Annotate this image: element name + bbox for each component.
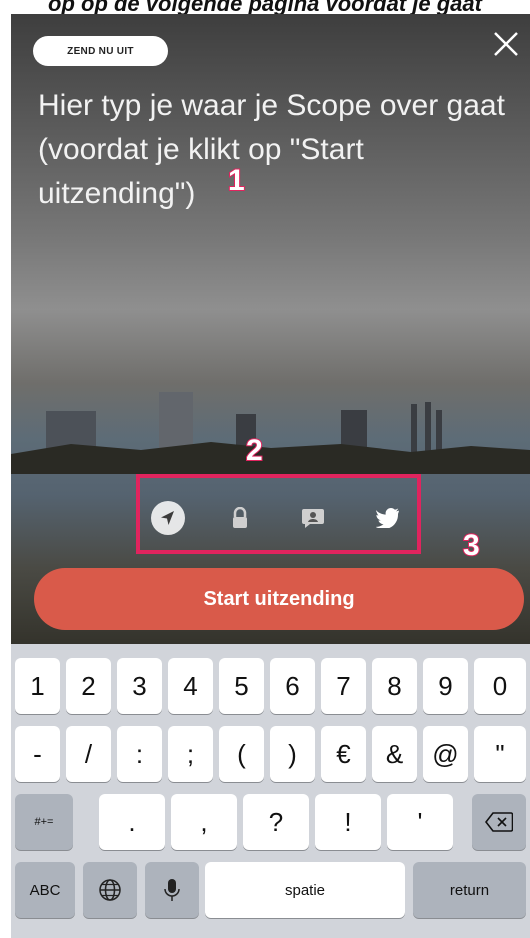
ios-keyboard: 1 2 3 4 5 6 7 8 9 0 - / : ; ( ) € & @ " … — [11, 644, 530, 938]
annotation-marker-1: 1 — [227, 163, 246, 198]
private-toggle[interactable] — [223, 501, 257, 535]
key-dictation[interactable] — [145, 862, 199, 918]
key-6[interactable]: 6 — [270, 658, 315, 714]
key-colon[interactable]: : — [117, 726, 162, 782]
key-close-paren[interactable]: ) — [270, 726, 315, 782]
key-semicolon[interactable]: ; — [168, 726, 213, 782]
key-space[interactable]: spatie — [205, 862, 405, 918]
annotation-marker-3: 3 — [462, 528, 481, 563]
key-slash[interactable]: / — [66, 726, 111, 782]
key-8[interactable]: 8 — [372, 658, 417, 714]
key-5[interactable]: 5 — [219, 658, 264, 714]
key-4[interactable]: 4 — [168, 658, 213, 714]
close-icon — [494, 32, 518, 56]
microphone-icon — [164, 879, 180, 901]
key-globe[interactable] — [83, 862, 137, 918]
lock-icon — [233, 507, 247, 528]
backspace-icon — [485, 812, 513, 832]
globe-icon — [99, 879, 121, 901]
key-abc[interactable]: ABC — [15, 862, 75, 918]
key-7[interactable]: 7 — [321, 658, 366, 714]
location-toggle[interactable] — [151, 501, 185, 535]
broadcast-screen: ZEND NU UIT Hier typ je waar je Scope ov… — [11, 14, 530, 938]
key-apostrophe[interactable]: ' — [387, 794, 453, 850]
broadcast-description-input[interactable]: Hier typ je waar je Scope over gaat (voo… — [38, 84, 508, 216]
key-at[interactable]: @ — [423, 726, 468, 782]
key-open-paren[interactable]: ( — [219, 726, 264, 782]
key-symbols[interactable]: #+= — [15, 794, 73, 850]
key-exclamation[interactable]: ! — [315, 794, 381, 850]
send-now-button[interactable]: ZEND NU UIT — [33, 36, 168, 66]
key-backspace[interactable] — [472, 794, 526, 850]
close-button[interactable] — [486, 24, 526, 64]
key-ampersand[interactable]: & — [372, 726, 417, 782]
start-broadcast-button[interactable]: Start uitzending — [34, 568, 524, 630]
key-quote[interactable]: " — [474, 726, 526, 782]
chat-icon — [302, 509, 324, 528]
key-return[interactable]: return — [413, 862, 526, 918]
key-0[interactable]: 0 — [474, 658, 526, 714]
key-3[interactable]: 3 — [117, 658, 162, 714]
key-dash[interactable]: - — [15, 726, 60, 782]
key-comma[interactable]: , — [171, 794, 237, 850]
twitter-icon — [376, 508, 399, 528]
annotation-marker-2: 2 — [245, 433, 264, 468]
key-1[interactable]: 1 — [15, 658, 60, 714]
key-9[interactable]: 9 — [423, 658, 468, 714]
key-period[interactable]: . — [99, 794, 165, 850]
twitter-toggle[interactable] — [371, 501, 405, 535]
chat-toggle[interactable] — [296, 501, 330, 535]
key-question[interactable]: ? — [243, 794, 309, 850]
location-icon — [161, 511, 174, 525]
key-euro[interactable]: € — [321, 726, 366, 782]
key-2[interactable]: 2 — [66, 658, 111, 714]
